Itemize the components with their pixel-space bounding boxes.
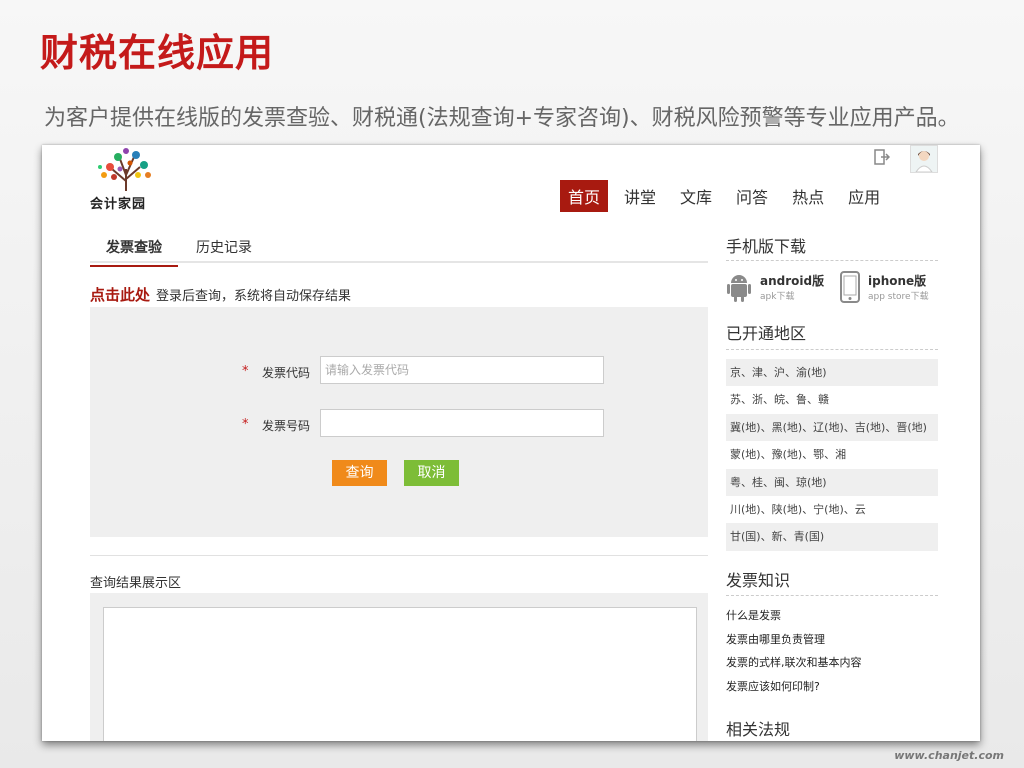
- download-title: 手机版下载: [726, 237, 807, 256]
- invoice-code-label: 发票代码: [262, 366, 311, 380]
- required-mark: *: [242, 417, 249, 432]
- divider: [726, 260, 938, 261]
- invoice-number-label: 发票号码: [262, 419, 311, 433]
- list-item: 蒙(地)、豫(地)、鄂、湘: [730, 448, 847, 462]
- query-button[interactable]: 查询: [332, 460, 387, 486]
- app-screenshot: 会计家园 首页 讲堂 文库 问答 热点 应用 发票查验 历史记录 点击此处 登录后…: [42, 145, 980, 741]
- nav-item-qa[interactable]: 问答: [728, 180, 776, 212]
- knowledge-list: 什么是发票 发票由哪里负责管理 发票的式样,联次和基本内容 发票应该如何印制?: [726, 607, 862, 701]
- footer-url: www.chanjet.com: [894, 749, 1004, 762]
- invoice-code-input[interactable]: [320, 356, 604, 384]
- list-item: 粤、桂、闽、琼(地): [726, 468, 938, 496]
- list-item: 苏、浙、皖、鲁、赣: [730, 393, 829, 407]
- knowledge-link[interactable]: 发票的式样,联次和基本内容: [726, 654, 862, 678]
- tab-invoice-check[interactable]: 发票查验: [90, 237, 178, 267]
- slide-subtitle: 为客户提供在线版的发票查验、财税通(法规查询+专家咨询)、财税风险预警等专业应用…: [44, 106, 960, 131]
- iphone-icon: [840, 271, 860, 303]
- divider: [726, 595, 938, 596]
- cancel-button[interactable]: 取消: [404, 460, 459, 486]
- iphone-label: iphone版: [868, 274, 927, 288]
- user-avatar-icon: [915, 151, 933, 173]
- laws-title: 相关法规: [726, 720, 791, 739]
- knowledge-title: 发票知识: [726, 571, 791, 590]
- required-mark: *: [242, 364, 249, 379]
- login-hint-line: 点击此处 登录后查询，系统将自动保存结果: [90, 284, 351, 305]
- tab-history[interactable]: 历史记录: [196, 237, 252, 257]
- knowledge-link[interactable]: 发票应该如何印制?: [726, 678, 862, 702]
- iphone-download[interactable]: iphone版 app store下载: [840, 271, 929, 303]
- login-hint: 登录后查询，系统将自动保存结果: [156, 289, 352, 304]
- invoice-code-row: * 发票代码: [90, 356, 708, 388]
- nav-item-apps[interactable]: 应用: [840, 180, 888, 212]
- result-area[interactable]: [103, 607, 697, 741]
- android-icon: [727, 275, 751, 302]
- nav-item-home[interactable]: 首页: [560, 180, 609, 212]
- regions-title: 已开通地区: [726, 324, 807, 343]
- iphone-sub: app store下载: [868, 292, 929, 302]
- nav-item-lectures[interactable]: 讲堂: [616, 180, 664, 212]
- knowledge-link[interactable]: 什么是发票: [726, 607, 862, 631]
- android-label: android版: [760, 274, 825, 288]
- invoice-form: * 发票代码 * 发票号码 查询 取消: [90, 307, 708, 537]
- logo-text: 会计家园: [90, 197, 147, 212]
- login-link[interactable]: 点击此处: [90, 286, 150, 304]
- nav-item-library[interactable]: 文库: [672, 180, 720, 212]
- tab-bar: 发票查验 历史记录: [90, 231, 708, 267]
- list-item: 川(地)、陕(地)、宁(地)、云: [730, 502, 866, 516]
- main-nav: 首页 讲堂 文库 问答 热点 应用: [552, 180, 888, 212]
- invoice-number-row: * 发票号码: [90, 409, 708, 441]
- nav-item-hot[interactable]: 热点: [784, 180, 832, 212]
- divider: [726, 349, 938, 350]
- avatar[interactable]: [910, 145, 938, 173]
- slide-title: 财税在线应用: [40, 31, 275, 75]
- logout-icon[interactable]: [873, 148, 891, 166]
- region-list: 京、津、沪、渝(地) 苏、浙、皖、鲁、赣 冀(地)、黑(地)、辽(地)、吉(地)…: [726, 359, 938, 551]
- list-item: 甘(国)、新、青(国): [726, 523, 938, 551]
- list-item: 京、津、沪、渝(地): [726, 359, 938, 387]
- list-item: 冀(地)、黑(地)、辽(地)、吉(地)、晋(地): [726, 413, 938, 442]
- android-sub: apk下载: [760, 292, 795, 302]
- knowledge-link[interactable]: 发票由哪里负责管理: [726, 631, 862, 655]
- result-panel: [90, 593, 708, 741]
- divider: [90, 555, 708, 556]
- invoice-number-input[interactable]: [320, 409, 604, 437]
- result-title: 查询结果展示区: [90, 576, 182, 591]
- android-download[interactable]: android版 apk下载: [726, 271, 824, 303]
